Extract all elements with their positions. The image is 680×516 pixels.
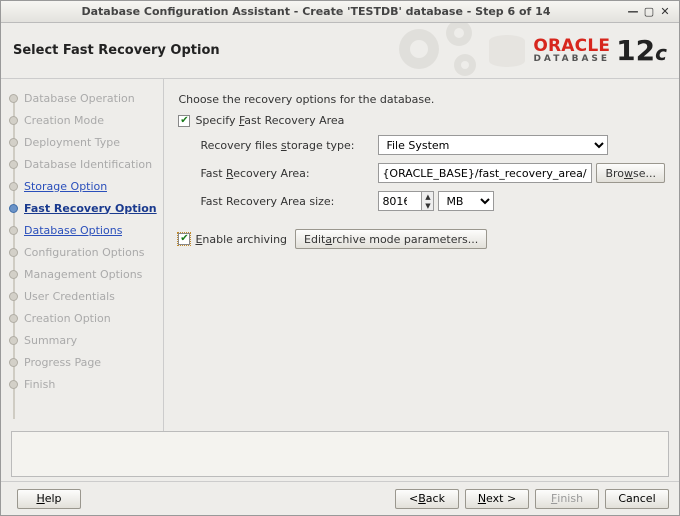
maximize-icon[interactable]: ▢ <box>641 5 657 18</box>
gears-decor <box>379 23 529 79</box>
step-management-options: Management Options <box>9 263 163 285</box>
content-panel: Choose the recovery options for the data… <box>164 79 679 431</box>
storage-type-select[interactable]: File System <box>378 135 608 155</box>
fra-size-spinner[interactable]: ▲▼ <box>378 191 434 211</box>
minimize-icon[interactable]: — <box>625 5 641 18</box>
brand-logo: ORACLE DATABASE 12c <box>525 34 667 67</box>
step-progress-page: Progress Page <box>9 351 163 373</box>
browse-button[interactable]: Browse... <box>596 163 665 183</box>
step-summary: Summary <box>9 329 163 351</box>
back-button[interactable]: < Back <box>395 489 459 509</box>
edit-archive-params-button[interactable]: Edit archive mode parameters... <box>295 229 487 249</box>
fra-size-label: Fast Recovery Area size: <box>178 195 378 208</box>
step-creation-option: Creation Option <box>9 307 163 329</box>
specify-fra-label: Specify Fast Recovery Area <box>195 114 344 127</box>
step-storage-option[interactable]: Storage Option <box>9 175 163 197</box>
fra-size-unit-select[interactable]: MB <box>438 191 494 211</box>
fra-size-input[interactable] <box>378 191 422 211</box>
close-icon[interactable]: ✕ <box>657 5 673 18</box>
spinner-down-icon[interactable]: ▼ <box>422 201 433 210</box>
storage-type-label: Recovery files storage type: <box>178 139 378 152</box>
spinner-up-icon[interactable]: ▲ <box>422 192 433 201</box>
footer: Help < Back Next > Finish Cancel <box>1 481 679 515</box>
step-deployment-type: Deployment Type <box>9 131 163 153</box>
fra-path-input[interactable] <box>378 163 592 183</box>
step-database-options[interactable]: Database Options <box>9 219 163 241</box>
brand-version-suffix: c <box>655 41 667 65</box>
brand-version: 12 <box>616 34 655 67</box>
intro-text: Choose the recovery options for the data… <box>178 93 665 106</box>
enable-archiving-checkbox[interactable] <box>178 233 190 245</box>
message-spacer <box>178 253 665 421</box>
message-area <box>11 431 669 477</box>
brand-oracle: ORACLE <box>533 38 610 55</box>
finish-button: Finish <box>535 489 599 509</box>
step-finish: Finish <box>9 373 163 395</box>
wizard-steps-sidebar: Database Operation Creation Mode Deploym… <box>1 79 164 431</box>
titlebar: Database Configuration Assistant - Creat… <box>1 1 679 23</box>
step-database-identification: Database Identification <box>9 153 163 175</box>
step-configuration-options: Configuration Options <box>9 241 163 263</box>
page-title: Select Fast Recovery Option <box>13 43 220 58</box>
step-fast-recovery-option[interactable]: Fast Recovery Option <box>9 197 163 219</box>
cancel-button[interactable]: Cancel <box>605 489 669 509</box>
step-database-operation: Database Operation <box>9 87 163 109</box>
enable-archiving-label: Enable archiving <box>195 233 287 246</box>
brand-database: DATABASE <box>533 55 610 64</box>
help-button[interactable]: Help <box>17 489 81 509</box>
fra-path-label: Fast Recovery Area: <box>178 167 378 180</box>
header: Select Fast Recovery Option ORACLE DATAB… <box>1 23 679 79</box>
next-button[interactable]: Next > <box>465 489 529 509</box>
window: Database Configuration Assistant - Creat… <box>0 0 680 516</box>
step-creation-mode: Creation Mode <box>9 109 163 131</box>
step-user-credentials: User Credentials <box>9 285 163 307</box>
window-title: Database Configuration Assistant - Creat… <box>7 5 625 18</box>
body: Database Operation Creation Mode Deploym… <box>1 79 679 431</box>
specify-fra-checkbox[interactable] <box>178 115 190 127</box>
